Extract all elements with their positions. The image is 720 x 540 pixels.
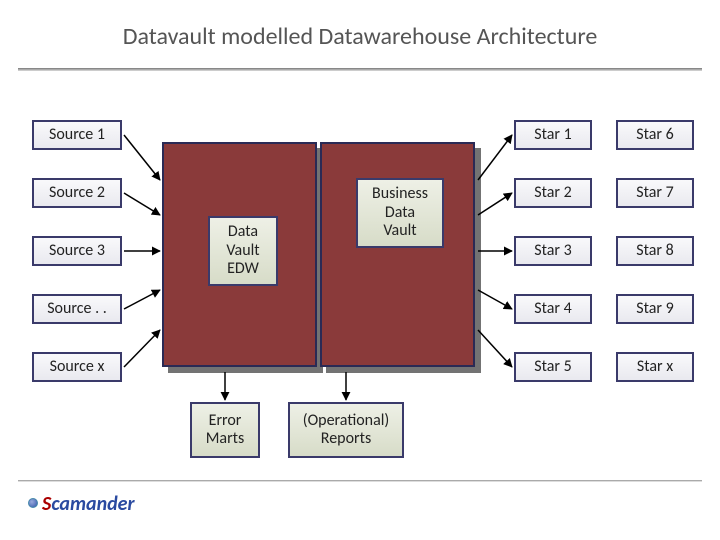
- star-box: Star 7: [616, 178, 694, 208]
- operational-reports-box: (Operational)Reports: [288, 402, 404, 458]
- divider-top: [18, 68, 702, 71]
- error-marts-box: ErrorMarts: [190, 402, 260, 458]
- source-box: Source 2: [32, 178, 122, 208]
- logo-icon: [28, 498, 38, 508]
- star-box: Star 9: [616, 294, 694, 324]
- logo: Scamander: [28, 492, 135, 516]
- bdv-panel: [320, 142, 475, 367]
- business-data-vault-box: BusinessDataVault: [356, 178, 444, 248]
- source-box: Source . .: [32, 294, 122, 324]
- star-box: Star x: [616, 352, 694, 382]
- star-box: Star 8: [616, 236, 694, 266]
- star-box: Star 3: [514, 236, 592, 266]
- star-box: Star 2: [514, 178, 592, 208]
- logo-accent: S: [42, 492, 51, 516]
- logo-text: Scamander: [42, 492, 135, 516]
- star-box: Star 4: [514, 294, 592, 324]
- source-box: Source x: [32, 352, 122, 382]
- page-title: Datavault modelled Datawarehouse Archite…: [0, 0, 720, 65]
- star-box: Star 1: [514, 120, 592, 150]
- data-vault-edw-box: DataVaultEDW: [208, 216, 278, 286]
- source-box: Source 1: [32, 120, 122, 150]
- divider-bottom: [18, 480, 702, 482]
- logo-rest: camander: [51, 492, 134, 516]
- star-box: Star 5: [514, 352, 592, 382]
- source-box: Source 3: [32, 236, 122, 266]
- star-box: Star 6: [616, 120, 694, 150]
